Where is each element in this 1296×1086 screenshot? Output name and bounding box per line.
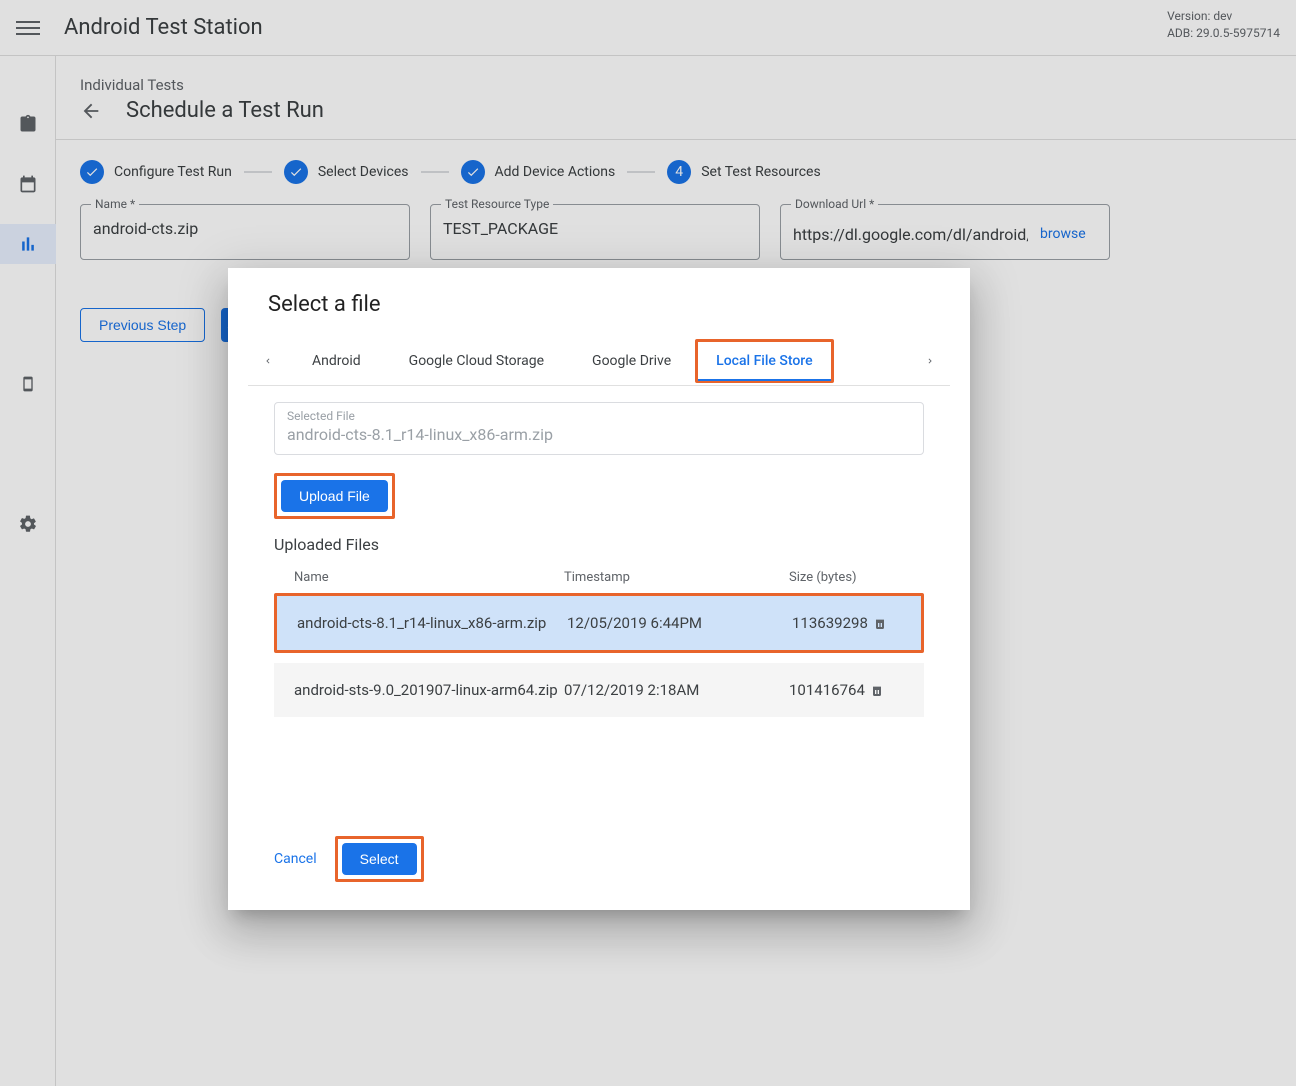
dialog-title: Select a file	[248, 292, 950, 317]
table-header: Name Timestamp Size (bytes)	[274, 562, 924, 593]
tab-drive[interactable]: Google Drive	[568, 339, 695, 383]
col-timestamp: Timestamp	[564, 570, 789, 585]
dialog-footer: Cancel Select	[248, 828, 950, 890]
selected-file-field[interactable]: Selected File android-cts-8.1_r14-linux_…	[274, 402, 924, 455]
uploaded-files-title: Uploaded Files	[274, 535, 924, 554]
dialog-body: Selected File android-cts-8.1_r14-linux_…	[248, 386, 950, 828]
file-row[interactable]: android-sts-9.0_201907-linux-arm64.zip 0…	[274, 663, 924, 717]
select-highlight: Select	[335, 836, 424, 882]
delete-icon[interactable]	[872, 615, 902, 631]
col-size: Size (bytes)	[789, 570, 869, 585]
col-name: Name	[294, 570, 564, 585]
tab-local-file-store[interactable]: Local File Store	[695, 339, 833, 383]
upload-file-button[interactable]: Upload File	[281, 480, 388, 512]
select-file-dialog: Select a file Android Google Cloud Stora…	[228, 268, 970, 910]
chevron-left-icon[interactable]	[248, 337, 288, 385]
delete-icon[interactable]	[869, 682, 899, 698]
cancel-button[interactable]: Cancel	[264, 843, 327, 875]
select-button[interactable]: Select	[342, 843, 417, 875]
upload-highlight: Upload File	[274, 473, 395, 519]
tabs-row: Android Google Cloud Storage Google Driv…	[248, 337, 950, 386]
file-row-highlight: android-cts-8.1_r14-linux_x86-arm.zip 12…	[274, 593, 924, 653]
chevron-right-icon[interactable]	[910, 337, 950, 385]
tab-gcs[interactable]: Google Cloud Storage	[385, 339, 568, 383]
file-row[interactable]: android-cts-8.1_r14-linux_x86-arm.zip 12…	[277, 596, 921, 650]
tab-android[interactable]: Android	[288, 339, 385, 383]
